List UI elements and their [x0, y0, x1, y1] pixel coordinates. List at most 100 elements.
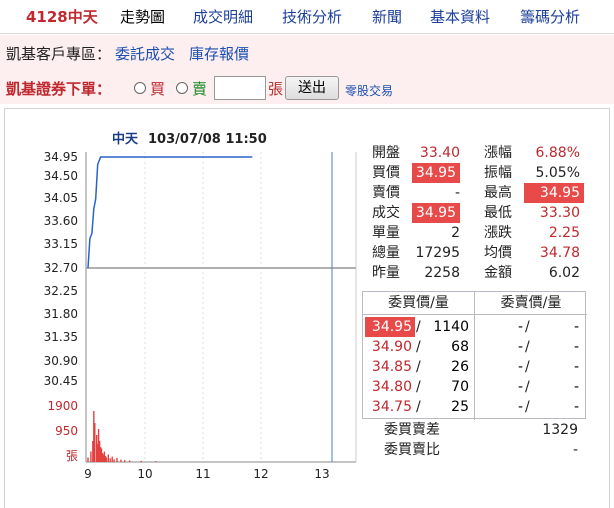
ask-qty: -	[573, 359, 579, 375]
y-tick-label: 32.70	[44, 261, 78, 275]
quote-row: 單量 2 漲跌 2.25	[362, 223, 584, 243]
avg-price-value: 34.78	[539, 245, 580, 261]
order-book: 委買價/量 委賣價/量 34.95 / 1140 - / - 34.90 / 6…	[362, 291, 587, 420]
x-tick-label: 11	[195, 467, 210, 481]
bid-price-value: 34.95	[412, 163, 460, 183]
ask-qty: -	[573, 399, 579, 415]
ask-price: -	[517, 339, 523, 355]
ask-qty: -	[573, 379, 579, 395]
quote-label: 金額	[484, 265, 512, 281]
x-tick-label: 12	[253, 467, 268, 481]
slash-separator: /	[525, 359, 530, 375]
quote-label: 賣價	[372, 185, 400, 201]
book-header-divider	[363, 314, 587, 315]
bid-price: 34.90	[371, 339, 412, 355]
quote-label: 最低	[484, 205, 512, 221]
prev-volume-value: 2258	[424, 265, 460, 281]
total-volume-value: 17295	[415, 245, 460, 261]
change-value: 2.25	[548, 225, 580, 241]
slash-separator: /	[525, 399, 530, 415]
bid-qty: 25	[451, 399, 469, 415]
quote-label: 昨量	[372, 265, 400, 281]
y-tick-label: 34.95	[44, 150, 78, 164]
quote-label: 漲幅	[484, 145, 512, 161]
diff-value: 1329	[542, 422, 578, 438]
change-pct-value: 6.88%	[535, 145, 580, 161]
high-price-value: 34.95	[524, 183, 584, 203]
quote-label: 最高	[484, 185, 512, 201]
quote-row: 買價 34.95 振幅 5.05%	[362, 163, 584, 183]
quote-row: 昨量 2258 金額 6.02	[362, 263, 584, 283]
y-tick-label: 30.45	[44, 374, 78, 388]
book-row: 34.75 / 25 - / -	[363, 397, 587, 417]
quote-label: 振幅	[484, 165, 512, 181]
ask-header: 委賣價/量	[500, 295, 562, 311]
quote-row: 總量 17295 均價 34.78	[362, 243, 584, 263]
ask-price-value: -	[454, 185, 460, 201]
slash-separator: /	[525, 339, 530, 355]
quote-label: 漲跌	[484, 225, 512, 241]
y-tick-label: 34.05	[44, 191, 78, 205]
diff-label: 委買賣差	[384, 422, 440, 438]
y-tick-label: 32.25	[44, 284, 78, 298]
slash-separator: /	[416, 359, 421, 375]
price-line	[87, 156, 253, 269]
slash-separator: /	[416, 319, 421, 335]
ratio-value: -	[572, 442, 578, 458]
ratio-row: 委買賣比 -	[362, 440, 586, 460]
bid-price: 34.75	[371, 399, 412, 415]
quote-label: 買價	[372, 165, 400, 181]
volume-tick-label: 950	[55, 424, 78, 438]
ask-price: -	[517, 319, 523, 335]
quote-label: 總量	[372, 245, 400, 261]
ask-price: -	[517, 379, 523, 395]
volume-bars	[87, 411, 157, 462]
y-tick-label: 31.80	[44, 307, 78, 321]
quote-label: 單量	[372, 225, 400, 241]
quote-label: 成交	[372, 205, 400, 221]
volume-unit-label: 張	[66, 449, 78, 463]
quote-row: 成交 34.95 最低 33.30	[362, 203, 584, 223]
y-tick-label: 34.50	[44, 169, 78, 183]
book-row: 34.95 / 1140 - / -	[363, 317, 587, 337]
ask-price: -	[517, 399, 523, 415]
open-price-value: 33.40	[419, 145, 460, 161]
x-tick-label: 13	[314, 467, 329, 481]
x-tick-label: 9	[84, 467, 92, 481]
y-tick-label: 33.15	[44, 237, 78, 251]
bid-qty: 26	[451, 359, 469, 375]
ask-qty: -	[573, 319, 579, 335]
quote-label: 開盤	[372, 145, 400, 161]
ask-qty: -	[573, 339, 579, 355]
bid-qty: 70	[451, 379, 469, 395]
bid-price: 34.85	[371, 359, 412, 375]
diff-row: 委買賣差 1329	[362, 420, 586, 440]
slash-separator: /	[416, 339, 421, 355]
y-tick-label: 30.90	[44, 354, 78, 368]
slash-separator: /	[525, 379, 530, 395]
quote-row: 開盤 33.40 漲幅 6.88%	[362, 143, 584, 163]
y-tick-label: 33.60	[44, 214, 78, 228]
low-price-value: 33.30	[539, 205, 580, 221]
bid-qty: 1140	[433, 319, 469, 335]
slash-separator: /	[416, 399, 421, 415]
quote-row: 賣價 - 最高 34.95	[362, 183, 584, 203]
x-tick-label: 10	[137, 467, 152, 481]
tick-volume-value: 2	[451, 225, 460, 241]
amount-value: 6.02	[548, 265, 580, 281]
book-row: 34.80 / 70 - / -	[363, 377, 587, 397]
book-row: 34.90 / 68 - / -	[363, 337, 587, 357]
volume-tick-label: 1900	[47, 399, 78, 413]
slash-separator: /	[416, 379, 421, 395]
last-price-value: 34.95	[412, 203, 460, 223]
amplitude-value: 5.05%	[535, 165, 580, 181]
ratio-label: 委買賣比	[384, 442, 440, 458]
book-row: 34.85 / 26 - / -	[363, 357, 587, 377]
ask-price: -	[517, 359, 523, 375]
quote-label: 均價	[484, 245, 512, 261]
bid-price: 34.80	[371, 379, 412, 395]
bid-qty: 68	[451, 339, 469, 355]
slash-separator: /	[525, 319, 530, 335]
y-tick-label: 31.35	[44, 330, 78, 344]
bid-header: 委買價/量	[388, 295, 449, 311]
